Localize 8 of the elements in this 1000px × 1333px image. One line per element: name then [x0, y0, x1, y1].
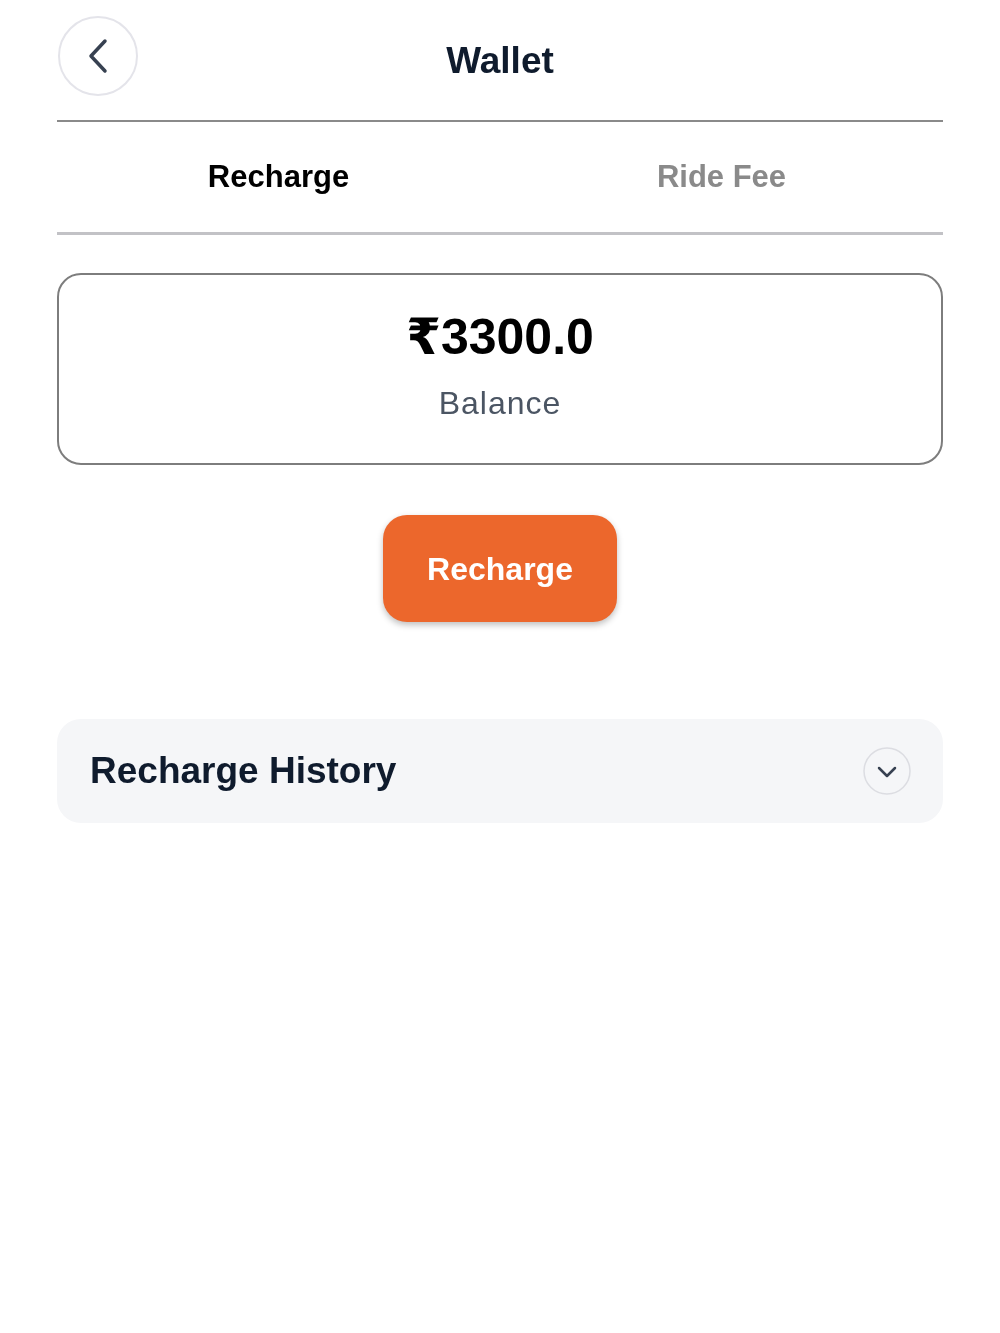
back-icon: [87, 38, 109, 74]
history-title: Recharge History: [90, 749, 397, 794]
balance-amount: ₹3300.0: [406, 308, 594, 367]
balance-label: Balance: [438, 384, 562, 423]
history-accordion[interactable]: Recharge History: [57, 719, 943, 823]
page-title: Wallet: [446, 41, 554, 79]
chevron-icon[interactable]: [863, 747, 911, 795]
tab[interactable]: Recharge: [57, 122, 500, 232]
